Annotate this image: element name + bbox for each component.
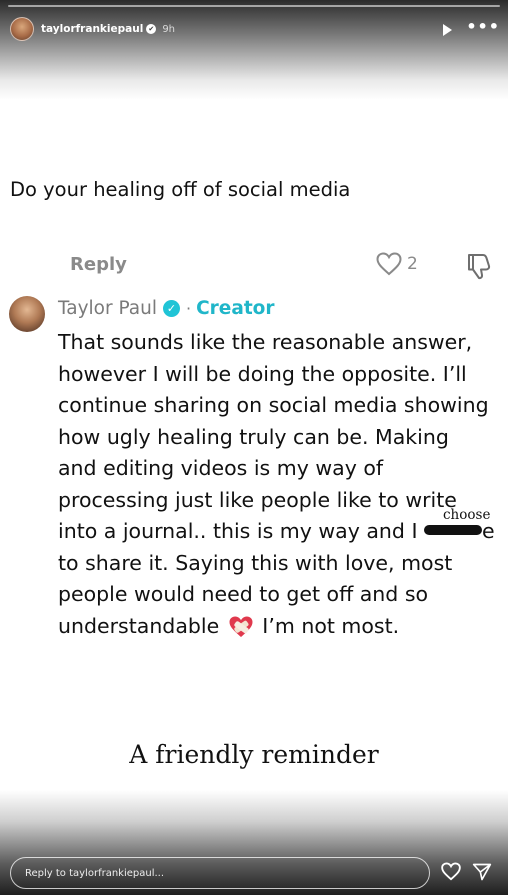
- top-gradient: [0, 0, 508, 100]
- story-header: taylorfrankiepaul ✔ 9h •••: [10, 16, 500, 42]
- comment-line: how ugly healing truly can be. Making: [58, 424, 449, 449]
- comment-line: continue sharing on social media showing: [58, 393, 489, 417]
- comment-line: and editing videos is my way of: [58, 456, 384, 480]
- comment-author[interactable]: Taylor Paul: [58, 298, 157, 319]
- comment-line-with-scribble: into a journal.. this is my way and I e: [58, 516, 506, 548]
- like-count: 2: [407, 254, 418, 274]
- more-icon[interactable]: •••: [466, 17, 500, 36]
- comment-line-with-emoji: understandable I’m not most.: [58, 611, 506, 643]
- profile-avatar[interactable]: [10, 17, 34, 41]
- mending-heart-emoji: [229, 616, 253, 637]
- creator-badge: Creator: [196, 298, 275, 319]
- reply-row: Reply 2: [70, 252, 500, 282]
- story-progress-bar: [8, 5, 500, 7]
- heart-icon: [441, 862, 461, 881]
- comment-line-text: I’m not most.: [262, 613, 400, 638]
- verified-icon: ✔: [146, 24, 157, 34]
- comment-line-text: into a journal.. this is my way and I: [58, 519, 418, 543]
- reply-input[interactable]: Reply to taylorfrankiepaul...: [10, 857, 430, 889]
- reply-input-placeholder: Reply to taylorfrankiepaul...: [25, 867, 165, 879]
- post-time: 9h: [162, 23, 176, 35]
- comment-line: however I will be doing the opposite. I’…: [58, 361, 467, 386]
- comment-line-text: understandable: [58, 613, 220, 638]
- comment-body: That sounds like the reasonable answer, …: [58, 327, 506, 642]
- verified-badge-icon: ✓: [163, 300, 180, 317]
- comment-line: processing just like people like to writ…: [58, 487, 457, 512]
- question-text: Do your healing off of social media: [10, 178, 351, 201]
- comment-line: to share it. Saying this with love, most: [58, 550, 453, 575]
- comment-header: Taylor Paul ✓ · Creator: [58, 298, 275, 319]
- scribble-mark: [424, 525, 483, 535]
- comment-line: people would need to get off and so: [58, 582, 429, 606]
- username[interactable]: taylorfrankiepaul: [41, 23, 143, 35]
- separator-dot: ·: [186, 299, 192, 318]
- comment-line: That sounds like the reasonable answer,: [58, 330, 473, 354]
- comment-avatar[interactable]: [9, 296, 45, 332]
- like-story-button[interactable]: [441, 862, 461, 885]
- story-caption: A friendly reminder: [129, 740, 379, 769]
- handwritten-correction: choose: [443, 507, 491, 523]
- like-button[interactable]: 2: [376, 252, 418, 276]
- send-icon: [472, 863, 492, 881]
- heart-icon: [376, 252, 402, 276]
- send-button[interactable]: [472, 862, 492, 886]
- play-icon[interactable]: [443, 23, 453, 36]
- dislike-button[interactable]: [466, 252, 492, 284]
- dislike-icon: [468, 254, 491, 280]
- reply-button[interactable]: Reply: [70, 254, 127, 275]
